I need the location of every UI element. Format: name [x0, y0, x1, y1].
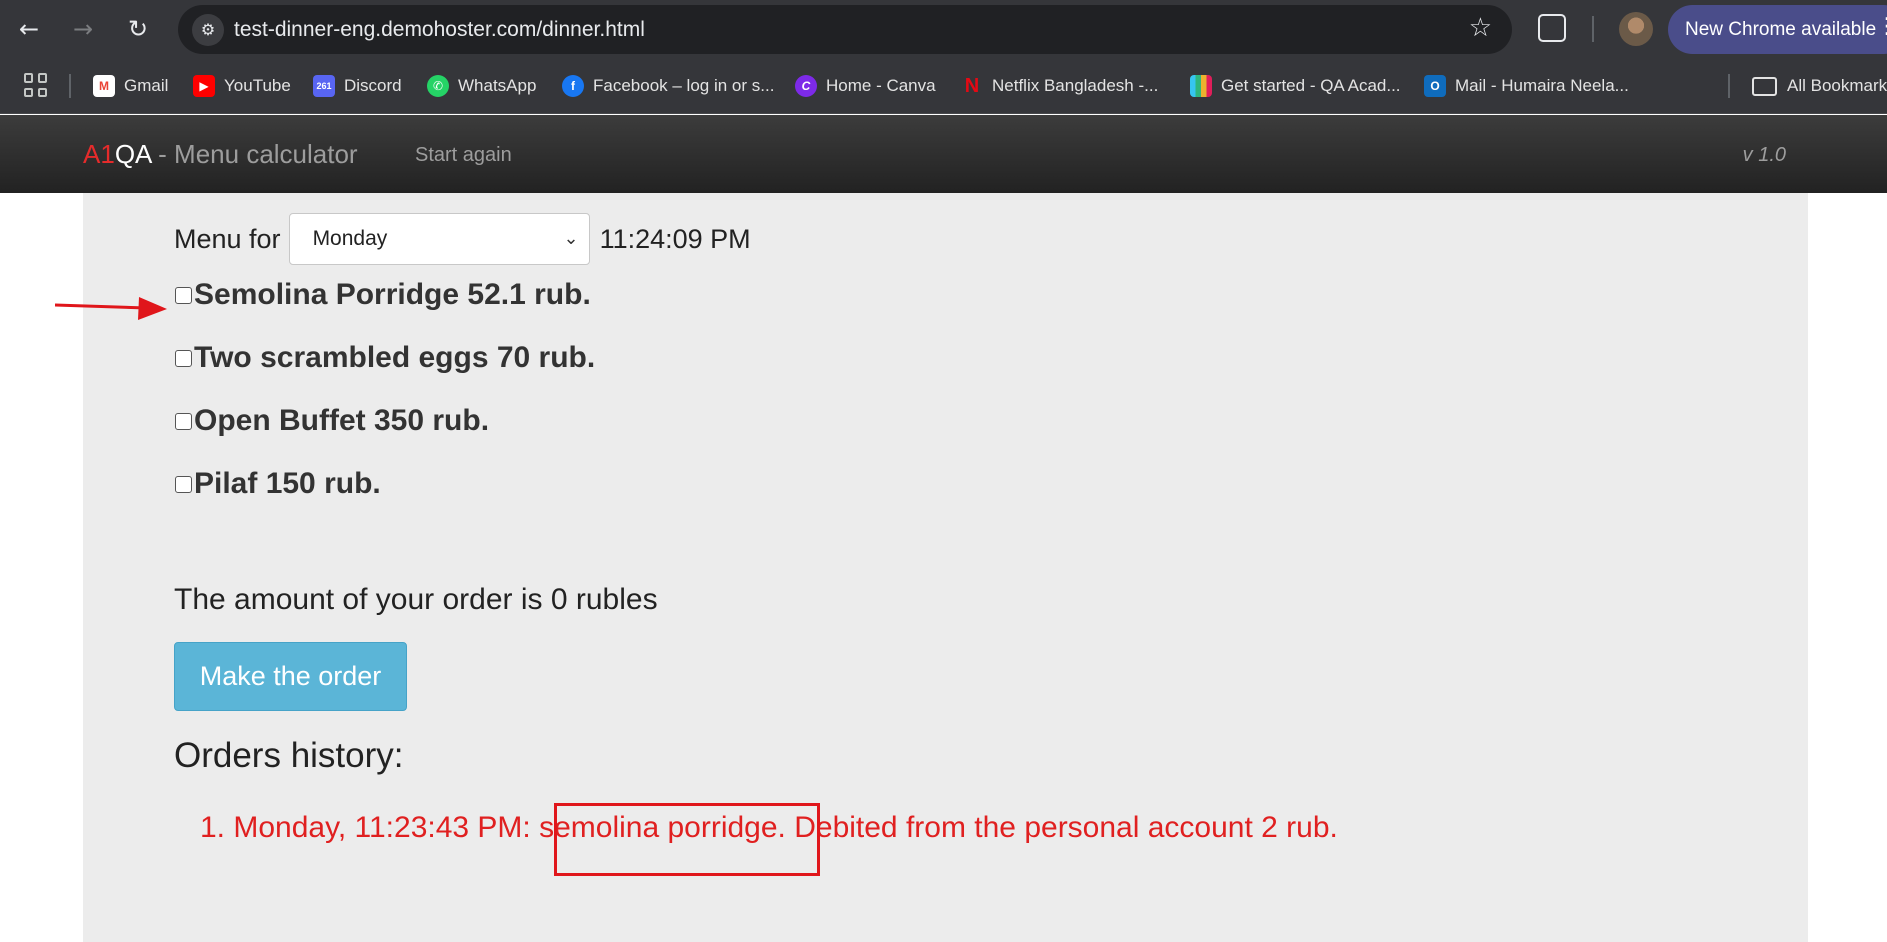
extensions-icon[interactable] [1538, 14, 1566, 42]
browser-toolbar: ← → ↻ ⚙ test-dinner-eng.demohoster.com/d… [0, 0, 1887, 58]
all-bookmarks-button[interactable]: All Bookmarks [1752, 72, 1887, 100]
dish-checkbox[interactable] [175, 286, 192, 304]
dish-item: Open Buffet 350 rub. [175, 404, 489, 438]
chevron-down-icon: ⌄ [563, 228, 579, 249]
dish-checkbox[interactable] [175, 475, 192, 493]
bookmark-label: Gmail [124, 76, 169, 95]
bookmark-label: Discord [344, 76, 402, 95]
reload-icon[interactable]: ↻ [122, 13, 154, 45]
canva-icon: C [795, 75, 817, 97]
dish-label[interactable]: Pilaf 150 rub. [194, 467, 381, 501]
profile-avatar[interactable] [1619, 12, 1653, 46]
make-order-button[interactable]: Make the order [174, 642, 407, 711]
dish-checkbox[interactable] [175, 412, 192, 430]
dish-label[interactable]: Two scrambled eggs 70 rub. [194, 341, 595, 375]
bookmark-label: WhatsApp [458, 76, 537, 95]
whatsapp-icon: ✆ [427, 75, 449, 97]
bookmark-label: Netflix Bangladesh -... [992, 76, 1159, 95]
bookmark-canva[interactable]: C Home - Canva [795, 72, 936, 100]
facebook-icon: f [562, 75, 584, 97]
app-brand[interactable]: A1QA - Menu calculator [83, 139, 358, 170]
orders-history-title: Orders history: [174, 736, 404, 775]
discord-icon: 261 [313, 75, 335, 97]
bookmark-whatsapp[interactable]: ✆ WhatsApp [427, 72, 536, 100]
apps-grid-icon[interactable] [24, 73, 48, 97]
menu-panel: Menu for Monday ⌄ 11:24:09 PM Semolina P… [83, 193, 1808, 942]
brand-qa: QA [114, 139, 151, 169]
menu-for-row: Menu for Monday ⌄ 11:24:09 PM [174, 213, 751, 265]
bookmark-label: YouTube [224, 76, 291, 95]
bookmark-label: Get started - QA Acad... [1221, 76, 1401, 95]
menu-for-label: Menu for [174, 223, 281, 254]
day-select-value: Monday [312, 227, 388, 250]
bookmark-youtube[interactable]: ▶ YouTube [193, 72, 291, 100]
toolbar-divider [1592, 16, 1594, 42]
annotation-arrow [55, 297, 167, 320]
all-bookmarks-label: All Bookmarks [1787, 76, 1887, 95]
bookmark-label: Facebook – log in or s... [593, 76, 775, 95]
bookmark-discord[interactable]: 261 Discord [313, 72, 402, 100]
bookmark-netflix[interactable]: N Netflix Bangladesh -... [961, 72, 1159, 100]
bookmark-gmail[interactable]: M Gmail [93, 72, 168, 100]
bookmarks-divider [69, 74, 71, 98]
day-select[interactable]: Monday ⌄ [288, 213, 590, 265]
youtube-icon: ▶ [193, 75, 215, 97]
slack-icon [1190, 75, 1212, 97]
app-navbar: A1QA - Menu calculator Start again v 1.0 [0, 115, 1887, 193]
current-time: 11:24:09 PM [599, 223, 751, 254]
bookmark-label: Mail - Humaira Neela... [1455, 76, 1629, 95]
bookmark-outlook-mail[interactable]: O Mail - Humaira Neela... [1424, 72, 1629, 100]
folder-icon [1752, 76, 1777, 96]
dish-label[interactable]: Semolina Porridge 52.1 rub. [194, 278, 591, 312]
forward-icon[interactable]: → [67, 13, 99, 45]
dish-item: Two scrambled eggs 70 rub. [175, 341, 595, 375]
start-again-link[interactable]: Start again [415, 144, 512, 167]
dish-item: Semolina Porridge 52.1 rub. [175, 278, 591, 312]
dish-item: Pilaf 150 rub. [175, 467, 381, 501]
bookmark-qa-academy[interactable]: Get started - QA Acad... [1190, 72, 1401, 100]
address-bar[interactable]: ⚙ test-dinner-eng.demohoster.com/dinner.… [178, 5, 1512, 54]
bookmarks-divider [1728, 74, 1730, 98]
outlook-icon: O [1424, 75, 1446, 97]
site-info-icon[interactable]: ⚙ [192, 14, 224, 46]
order-amount: The amount of your order is 0 rubles [174, 583, 658, 616]
app-version: v 1.0 [1742, 144, 1786, 166]
netflix-icon: N [964, 75, 980, 97]
new-chrome-available-button[interactable]: New Chrome available [1668, 5, 1887, 54]
gmail-icon: M [93, 75, 115, 97]
annotation-highlight-box [554, 803, 820, 876]
dish-checkbox[interactable] [175, 349, 192, 367]
more-menu-icon[interactable]: ⋮ [1876, 14, 1887, 39]
bookmarks-bar: M Gmail ▶ YouTube 261 Discord ✆ WhatsApp… [0, 58, 1887, 114]
bookmark-facebook[interactable]: f Facebook – log in or s... [562, 72, 774, 100]
url-text[interactable]: test-dinner-eng.demohoster.com/dinner.ht… [234, 18, 645, 42]
back-icon[interactable]: ← [13, 13, 45, 45]
page-content: A1QA - Menu calculator Start again v 1.0… [0, 115, 1887, 942]
bookmark-label: Home - Canva [826, 76, 936, 95]
brand-title: - Menu calculator [150, 139, 358, 169]
brand-a1: A1 [83, 139, 115, 169]
dish-label[interactable]: Open Buffet 350 rub. [194, 404, 489, 438]
bookmark-star-icon[interactable]: ☆ [1469, 13, 1492, 43]
